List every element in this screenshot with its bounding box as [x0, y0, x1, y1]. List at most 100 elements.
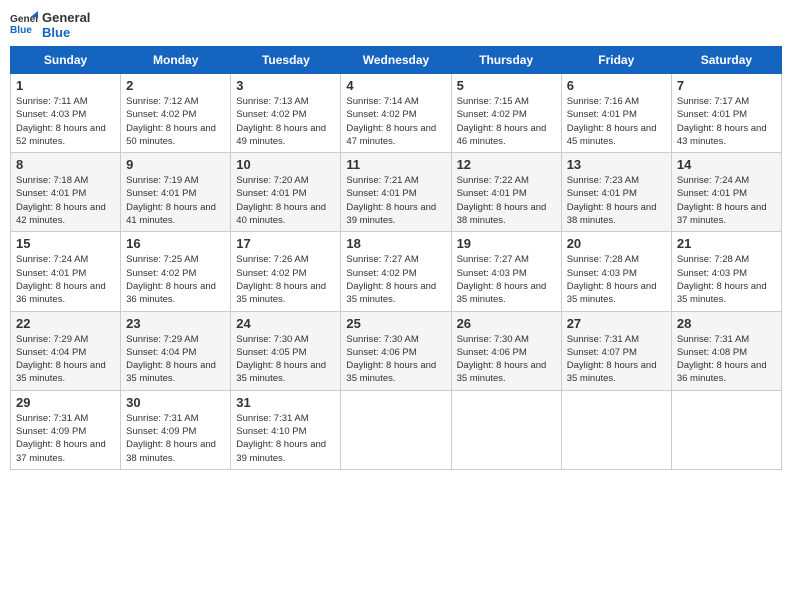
day-number: 18: [346, 236, 445, 251]
week-row-2: 8 Sunrise: 7:18 AM Sunset: 4:01 PM Dayli…: [11, 153, 782, 232]
sunset-label: Sunset: 4:01 PM: [16, 188, 86, 199]
sunset-label: Sunset: 4:01 PM: [677, 109, 747, 120]
day-number: 24: [236, 316, 335, 331]
daylight-label: Daylight: 8 hours and 36 minutes.: [16, 281, 106, 305]
daylight-label: Daylight: 8 hours and 42 minutes.: [16, 202, 106, 226]
day-info: Sunrise: 7:30 AM Sunset: 4:05 PM Dayligh…: [236, 333, 335, 386]
day-info: Sunrise: 7:18 AM Sunset: 4:01 PM Dayligh…: [16, 174, 115, 227]
day-number: 15: [16, 236, 115, 251]
daylight-label: Daylight: 8 hours and 35 minutes.: [236, 360, 326, 384]
sunrise-label: Sunrise: 7:25 AM: [126, 254, 198, 265]
day-info: Sunrise: 7:30 AM Sunset: 4:06 PM Dayligh…: [346, 333, 445, 386]
day-number: 10: [236, 157, 335, 172]
day-info: Sunrise: 7:28 AM Sunset: 4:03 PM Dayligh…: [567, 253, 666, 306]
calendar-table: SundayMondayTuesdayWednesdayThursdayFrid…: [10, 46, 782, 470]
daylight-label: Daylight: 8 hours and 35 minutes.: [126, 360, 216, 384]
sunrise-label: Sunrise: 7:24 AM: [677, 175, 749, 186]
day-cell-12: 12 Sunrise: 7:22 AM Sunset: 4:01 PM Dayl…: [451, 153, 561, 232]
day-cell-14: 14 Sunrise: 7:24 AM Sunset: 4:01 PM Dayl…: [671, 153, 781, 232]
sunrise-label: Sunrise: 7:30 AM: [457, 334, 529, 345]
daylight-label: Daylight: 8 hours and 46 minutes.: [457, 123, 547, 147]
day-number: 28: [677, 316, 776, 331]
sunrise-label: Sunrise: 7:31 AM: [236, 413, 308, 424]
day-info: Sunrise: 7:14 AM Sunset: 4:02 PM Dayligh…: [346, 95, 445, 148]
day-info: Sunrise: 7:19 AM Sunset: 4:01 PM Dayligh…: [126, 174, 225, 227]
sunset-label: Sunset: 4:01 PM: [16, 268, 86, 279]
day-number: 31: [236, 395, 335, 410]
sunset-label: Sunset: 4:03 PM: [457, 268, 527, 279]
day-number: 30: [126, 395, 225, 410]
sunrise-label: Sunrise: 7:19 AM: [126, 175, 198, 186]
sunset-label: Sunset: 4:02 PM: [236, 268, 306, 279]
sunrise-label: Sunrise: 7:28 AM: [677, 254, 749, 265]
sunrise-label: Sunrise: 7:31 AM: [16, 413, 88, 424]
day-number: 7: [677, 78, 776, 93]
day-cell-21: 21 Sunrise: 7:28 AM Sunset: 4:03 PM Dayl…: [671, 232, 781, 311]
day-cell-27: 27 Sunrise: 7:31 AM Sunset: 4:07 PM Dayl…: [561, 311, 671, 390]
day-cell-17: 17 Sunrise: 7:26 AM Sunset: 4:02 PM Dayl…: [231, 232, 341, 311]
day-info: Sunrise: 7:29 AM Sunset: 4:04 PM Dayligh…: [16, 333, 115, 386]
col-header-thursday: Thursday: [451, 47, 561, 74]
col-header-sunday: Sunday: [11, 47, 121, 74]
day-info: Sunrise: 7:11 AM Sunset: 4:03 PM Dayligh…: [16, 95, 115, 148]
daylight-label: Daylight: 8 hours and 43 minutes.: [677, 123, 767, 147]
day-cell-10: 10 Sunrise: 7:20 AM Sunset: 4:01 PM Dayl…: [231, 153, 341, 232]
daylight-label: Daylight: 8 hours and 38 minutes.: [567, 202, 657, 226]
sunset-label: Sunset: 4:01 PM: [677, 188, 747, 199]
sunset-label: Sunset: 4:07 PM: [567, 347, 637, 358]
daylight-label: Daylight: 8 hours and 35 minutes.: [346, 360, 436, 384]
sunset-label: Sunset: 4:10 PM: [236, 426, 306, 437]
day-number: 20: [567, 236, 666, 251]
sunrise-label: Sunrise: 7:23 AM: [567, 175, 639, 186]
sunrise-label: Sunrise: 7:21 AM: [346, 175, 418, 186]
sunrise-label: Sunrise: 7:30 AM: [346, 334, 418, 345]
day-cell-19: 19 Sunrise: 7:27 AM Sunset: 4:03 PM Dayl…: [451, 232, 561, 311]
day-info: Sunrise: 7:21 AM Sunset: 4:01 PM Dayligh…: [346, 174, 445, 227]
day-info: Sunrise: 7:31 AM Sunset: 4:08 PM Dayligh…: [677, 333, 776, 386]
sunrise-label: Sunrise: 7:11 AM: [16, 96, 88, 107]
sunset-label: Sunset: 4:01 PM: [567, 109, 637, 120]
day-number: 27: [567, 316, 666, 331]
sunrise-label: Sunrise: 7:29 AM: [126, 334, 198, 345]
day-number: 3: [236, 78, 335, 93]
sunset-label: Sunset: 4:08 PM: [677, 347, 747, 358]
sunrise-label: Sunrise: 7:20 AM: [236, 175, 308, 186]
sunrise-label: Sunrise: 7:28 AM: [567, 254, 639, 265]
day-info: Sunrise: 7:28 AM Sunset: 4:03 PM Dayligh…: [677, 253, 776, 306]
week-row-3: 15 Sunrise: 7:24 AM Sunset: 4:01 PM Dayl…: [11, 232, 782, 311]
daylight-label: Daylight: 8 hours and 35 minutes.: [457, 281, 547, 305]
week-row-4: 22 Sunrise: 7:29 AM Sunset: 4:04 PM Dayl…: [11, 311, 782, 390]
day-info: Sunrise: 7:12 AM Sunset: 4:02 PM Dayligh…: [126, 95, 225, 148]
day-cell-25: 25 Sunrise: 7:30 AM Sunset: 4:06 PM Dayl…: [341, 311, 451, 390]
day-info: Sunrise: 7:25 AM Sunset: 4:02 PM Dayligh…: [126, 253, 225, 306]
sunset-label: Sunset: 4:02 PM: [126, 109, 196, 120]
sunrise-label: Sunrise: 7:12 AM: [126, 96, 198, 107]
daylight-label: Daylight: 8 hours and 41 minutes.: [126, 202, 216, 226]
day-number: 17: [236, 236, 335, 251]
sunrise-label: Sunrise: 7:30 AM: [236, 334, 308, 345]
day-number: 29: [16, 395, 115, 410]
sunrise-label: Sunrise: 7:24 AM: [16, 254, 88, 265]
daylight-label: Daylight: 8 hours and 36 minutes.: [126, 281, 216, 305]
day-info: Sunrise: 7:30 AM Sunset: 4:06 PM Dayligh…: [457, 333, 556, 386]
day-number: 2: [126, 78, 225, 93]
sunset-label: Sunset: 4:01 PM: [567, 188, 637, 199]
day-number: 4: [346, 78, 445, 93]
day-info: Sunrise: 7:31 AM Sunset: 4:10 PM Dayligh…: [236, 412, 335, 465]
sunset-label: Sunset: 4:04 PM: [16, 347, 86, 358]
sunset-label: Sunset: 4:01 PM: [126, 188, 196, 199]
sunrise-label: Sunrise: 7:15 AM: [457, 96, 529, 107]
daylight-label: Daylight: 8 hours and 35 minutes.: [236, 281, 326, 305]
daylight-label: Daylight: 8 hours and 35 minutes.: [346, 281, 436, 305]
day-cell-9: 9 Sunrise: 7:19 AM Sunset: 4:01 PM Dayli…: [121, 153, 231, 232]
sunrise-label: Sunrise: 7:31 AM: [677, 334, 749, 345]
daylight-label: Daylight: 8 hours and 39 minutes.: [236, 439, 326, 463]
day-cell-30: 30 Sunrise: 7:31 AM Sunset: 4:09 PM Dayl…: [121, 390, 231, 469]
day-number: 8: [16, 157, 115, 172]
day-cell-3: 3 Sunrise: 7:13 AM Sunset: 4:02 PM Dayli…: [231, 74, 341, 153]
day-info: Sunrise: 7:16 AM Sunset: 4:01 PM Dayligh…: [567, 95, 666, 148]
day-cell-5: 5 Sunrise: 7:15 AM Sunset: 4:02 PM Dayli…: [451, 74, 561, 153]
daylight-label: Daylight: 8 hours and 52 minutes.: [16, 123, 106, 147]
week-row-1: 1 Sunrise: 7:11 AM Sunset: 4:03 PM Dayli…: [11, 74, 782, 153]
day-number: 22: [16, 316, 115, 331]
